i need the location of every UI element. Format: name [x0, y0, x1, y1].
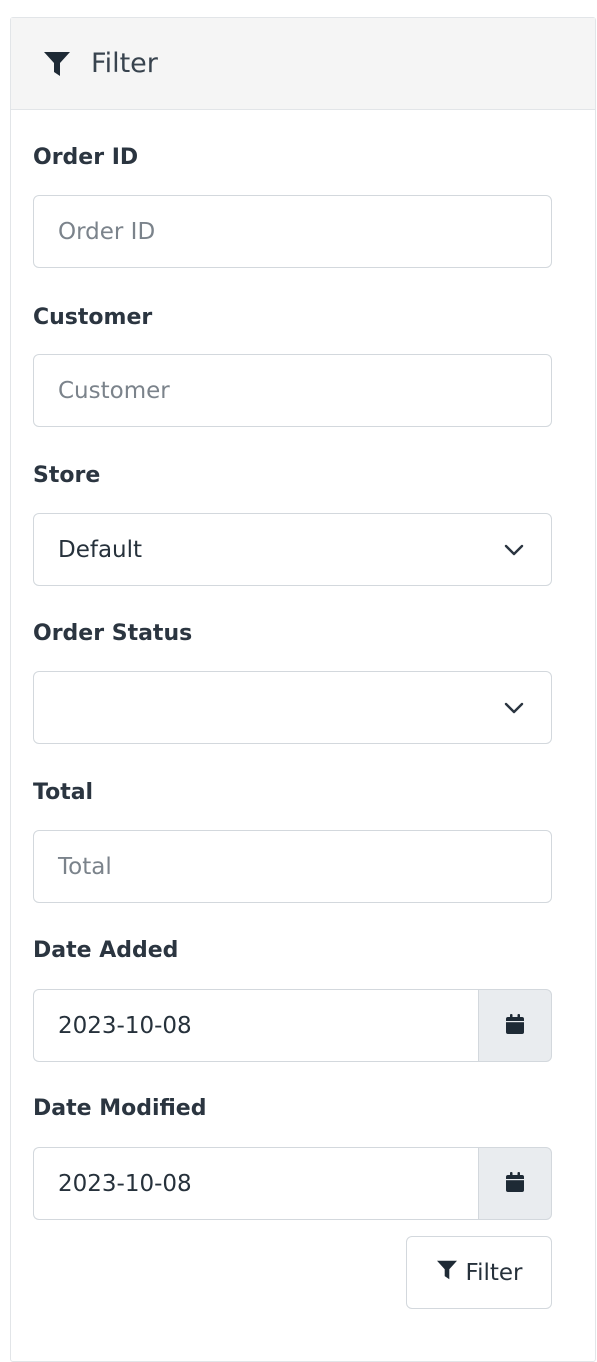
date-modified-input[interactable]: 2023-10-08	[33, 1147, 479, 1220]
date-added-value: 2023-10-08	[58, 1012, 192, 1039]
date-added-group: 2023-10-08	[33, 989, 552, 1062]
date-added-label: Date Added	[33, 938, 179, 963]
calendar-icon	[505, 1171, 525, 1197]
store-select[interactable]: Default	[33, 513, 552, 586]
customer-input[interactable]: Customer	[33, 354, 552, 427]
date-modified-label: Date Modified	[33, 1096, 207, 1121]
filter-card-header: Filter	[11, 18, 595, 110]
chevron-down-icon	[503, 697, 525, 719]
customer-placeholder: Customer	[58, 377, 170, 404]
order-id-label: Order ID	[33, 145, 139, 170]
store-selected-value: Default	[58, 536, 143, 563]
chevron-down-icon	[503, 539, 525, 561]
order-id-input[interactable]: Order ID	[33, 195, 552, 268]
date-added-input[interactable]: 2023-10-08	[33, 989, 479, 1062]
date-added-calendar-button[interactable]	[478, 989, 552, 1062]
customer-label: Customer	[33, 305, 153, 330]
total-placeholder: Total	[58, 853, 112, 880]
total-input[interactable]: Total	[33, 830, 552, 903]
store-label: Store	[33, 463, 101, 488]
filter-icon	[43, 51, 73, 77]
filter-button[interactable]: Filter	[406, 1236, 552, 1309]
card-title: Filter	[91, 48, 158, 79]
order-status-select[interactable]	[33, 671, 552, 744]
order-status-label: Order Status	[33, 621, 193, 646]
order-id-placeholder: Order ID	[58, 218, 156, 245]
filter-button-label: Filter	[465, 1259, 523, 1286]
total-label: Total	[33, 780, 94, 805]
date-modified-value: 2023-10-08	[58, 1170, 192, 1197]
filter-icon	[436, 1260, 458, 1286]
calendar-icon	[505, 1013, 525, 1039]
date-modified-calendar-button[interactable]	[478, 1147, 552, 1220]
date-modified-group: 2023-10-08	[33, 1147, 552, 1220]
